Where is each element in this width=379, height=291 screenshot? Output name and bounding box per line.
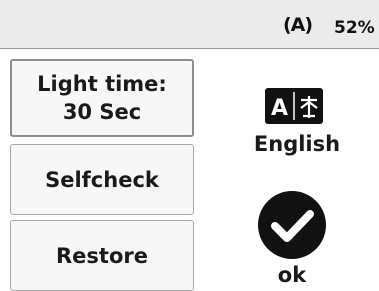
checkmark-circle-icon[interactable] (257, 190, 327, 260)
restore-label: Restore (56, 243, 148, 268)
battery-level: 52% (334, 18, 375, 38)
light-time-value: 30 Sec (62, 100, 142, 124)
status-bar: (A) 52% (0, 0, 379, 49)
language-label[interactable]: English (248, 132, 346, 156)
selfcheck-button[interactable]: Selfcheck (10, 144, 194, 215)
restore-button[interactable]: Restore (10, 220, 194, 291)
light-time-button[interactable]: Light time: 30 Sec (10, 59, 194, 137)
translate-icon[interactable]: A (265, 88, 323, 124)
svg-text:A: A (271, 96, 288, 121)
ok-label[interactable]: ok (262, 262, 322, 288)
signal-icon: (A) (283, 14, 313, 36)
selfcheck-label: Selfcheck (45, 167, 159, 192)
light-time-label: Light time: (37, 72, 167, 96)
